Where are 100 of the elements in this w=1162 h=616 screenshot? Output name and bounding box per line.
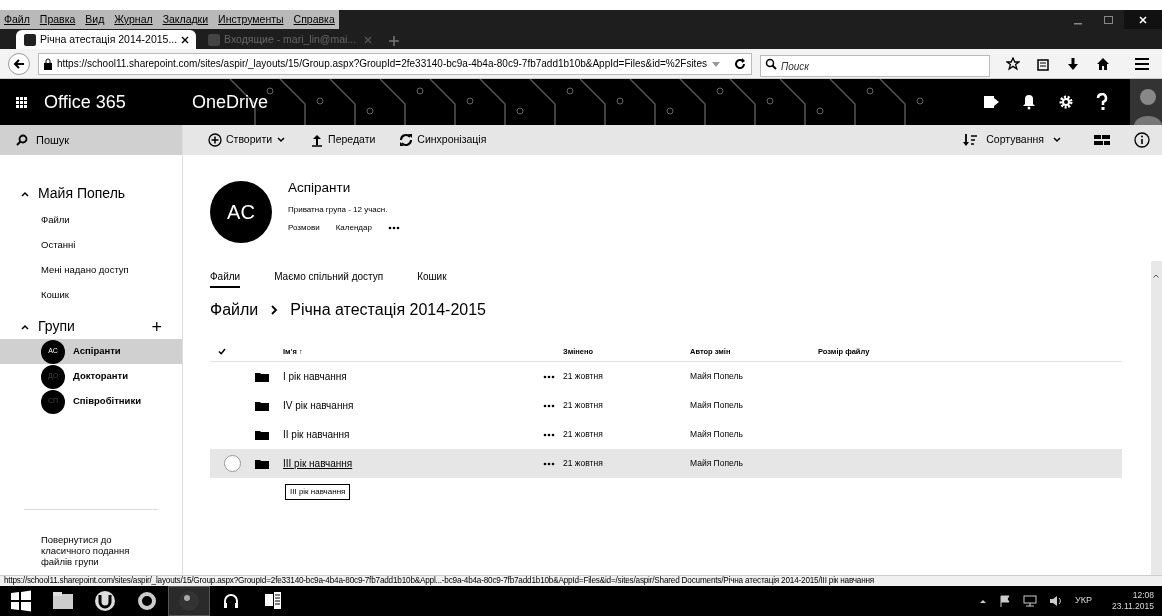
sharepoint-icon: [984, 94, 1000, 110]
group-avatar: AC: [210, 181, 272, 243]
file-name[interactable]: I рік навчання: [283, 369, 347, 384]
sync-icon: [399, 133, 414, 147]
volume-icon: [1049, 595, 1064, 607]
brand-title[interactable]: Office 365: [44, 88, 184, 116]
reload-icon: [733, 56, 747, 71]
table-row[interactable]: III рік навчання 21 жовтня Майя Попель: [210, 449, 1122, 478]
sort-icon: [962, 133, 979, 147]
file-name[interactable]: III рік навчання: [283, 456, 353, 471]
command-button[interactable]: Створити: [208, 132, 287, 148]
breadcrumb-item[interactable]: Файли: [210, 298, 259, 322]
scrollbar[interactable]: [1151, 261, 1162, 575]
flag-icon: [999, 595, 1012, 607]
view-toggle-icon: [1094, 134, 1110, 146]
chevron-down-icon: [276, 135, 287, 145]
back-button[interactable]: [8, 52, 30, 75]
group-link[interactable]: Календар: [335, 222, 372, 235]
more-icon: [543, 374, 555, 379]
language-indicator[interactable]: УКР: [1075, 594, 1093, 608]
info-icon: [1134, 132, 1150, 148]
row-checkbox[interactable]: [224, 455, 241, 472]
site-icon: [208, 33, 220, 46]
breadcrumb-item[interactable]: Річна атестація 2014-2015: [290, 298, 486, 322]
sort-button[interactable]: Сортування: [962, 132, 1062, 148]
folder-icon: [255, 429, 269, 440]
menu-item[interactable]: Журнал: [114, 11, 153, 28]
table-cell-text: 21 жовтня: [563, 370, 604, 383]
file-name[interactable]: II рік навчання: [283, 427, 350, 442]
table-cell-text: 21 жовтня: [563, 399, 604, 412]
section-title[interactable]: Групи: [38, 316, 144, 337]
nav-item[interactable]: Кошик: [41, 288, 69, 303]
menu-icon: [1134, 56, 1150, 71]
url-text: https://school11.sharepoint.com/sites/aspir/_layouts/15/Group.aspx?GroupId=2fe33140-bc9a-4b4a-80c9-7fb7add1b10b&AppId=Files&id=%2Fsites: [57, 57, 707, 71]
close-tab-icon: [364, 35, 372, 44]
folder-icon: [255, 458, 269, 469]
group-name: Аспіранти: [288, 178, 352, 197]
menu-item[interactable]: Справка: [293, 11, 335, 28]
avatar-icon: [1130, 79, 1162, 125]
network-icon: [1023, 595, 1038, 607]
tray-arrow-icon: [979, 597, 988, 605]
media-app-icon[interactable]: [168, 586, 210, 616]
address-field[interactable]: https://school11.sharepoint.com/sites/aspir/_layouts/15/Group.aspx?GroupId=2fe33140-bc9a-4b4a-80c9-7fb7add1b10b&AppId=Files&id=%2Fsites: [38, 52, 752, 75]
maximize-icon: [1104, 15, 1113, 24]
classic-view-link[interactable]: Повернутися до класичного подання файлів групи: [41, 534, 151, 567]
table-cell-text: Майя Попель: [690, 370, 744, 383]
help-icon: [1096, 93, 1108, 111]
nav-item[interactable]: Файли: [41, 213, 70, 228]
tooltip: III рік навчання: [285, 484, 351, 500]
menu-item[interactable]: Файл: [4, 11, 30, 28]
more-icon: [543, 432, 555, 437]
nav-item[interactable]: Останні: [41, 238, 76, 253]
table-row[interactable]: IV рік навчання 21 жовтня Майя Попель: [210, 391, 1122, 420]
app-title[interactable]: OneDrive: [192, 88, 269, 116]
menu-item[interactable]: Правка: [39, 11, 76, 28]
home-icon: [1096, 56, 1110, 71]
more-icon: [387, 226, 400, 231]
menu-item[interactable]: Инструменты: [218, 11, 284, 28]
command-button[interactable]: Синхронізація: [399, 132, 487, 148]
lock-icon: [43, 57, 53, 70]
table-cell-text: 21 жовтня: [563, 457, 604, 470]
sidebar-search[interactable]: Пошук: [0, 125, 182, 155]
status-url: https://school11.sharepoint.com/sites/aspir/_layouts/15/Group.aspx?GroupId=2fe33140-bc9a-4b4a-80c9-7fb7add1b10b&Appl...-bc9a-4b4a-80c9-7fb7add1b10b&AppId=Files&id=/sites/aspir/Shared Documents/Річна атестація 2014-2015/III рік навчання: [4, 576, 874, 586]
scroll-up-icon: [1153, 274, 1159, 278]
back-arrow-icon: [13, 57, 25, 70]
settings-icon: [1058, 94, 1074, 110]
menu-item[interactable]: Закладки: [162, 11, 209, 28]
command-button[interactable]: Передати: [310, 132, 376, 148]
table-row[interactable]: II рік навчання 21 жовтня Майя Попель: [210, 420, 1122, 449]
close-icon: [1139, 15, 1147, 24]
view-tab[interactable]: Кошик: [417, 269, 447, 288]
section-title[interactable]: Майя Попель: [38, 183, 126, 204]
folder-icon: [255, 371, 269, 382]
group-link[interactable]: Розмови: [288, 222, 320, 235]
clock[interactable]: 12:08 23.11.2015: [1112, 590, 1154, 612]
bell-icon: [1022, 94, 1036, 110]
more-icon: [543, 461, 555, 466]
add-group-button[interactable]: +: [151, 317, 162, 336]
search-field[interactable]: Поиск: [760, 55, 990, 77]
nav-item[interactable]: Мені надано доступ: [41, 263, 129, 278]
check-icon: [218, 348, 226, 355]
app-launcher-icon: [16, 96, 27, 108]
group-subtitle: Приватна група - 12 учасн.: [288, 204, 389, 217]
table-row[interactable]: I рік навчання 21 жовтня Майя Попель: [210, 362, 1122, 391]
chevron-right-icon: [270, 305, 279, 315]
tab-title: Річна атестація 2014-2015...: [40, 31, 178, 47]
browser-tab[interactable]: Річна атестація 2014-2015...: [16, 30, 196, 49]
menu-item[interactable]: Вид: [85, 11, 105, 28]
table-cell-text: Майя Попель: [690, 457, 744, 470]
view-tab[interactable]: Файли: [210, 269, 241, 288]
view-tab[interactable]: Маємо спільний доступ: [274, 269, 384, 288]
upload-icon: [310, 133, 325, 147]
file-name[interactable]: IV рік навчання: [283, 398, 354, 413]
minimize-icon: [1074, 22, 1082, 25]
close-tab-icon: [181, 35, 190, 44]
more-icon: [543, 403, 555, 408]
folder-icon: [255, 400, 269, 411]
download-icon: [1066, 56, 1080, 71]
close-button[interactable]: [1124, 10, 1162, 29]
table-cell-text: Майя Попель: [690, 399, 744, 412]
